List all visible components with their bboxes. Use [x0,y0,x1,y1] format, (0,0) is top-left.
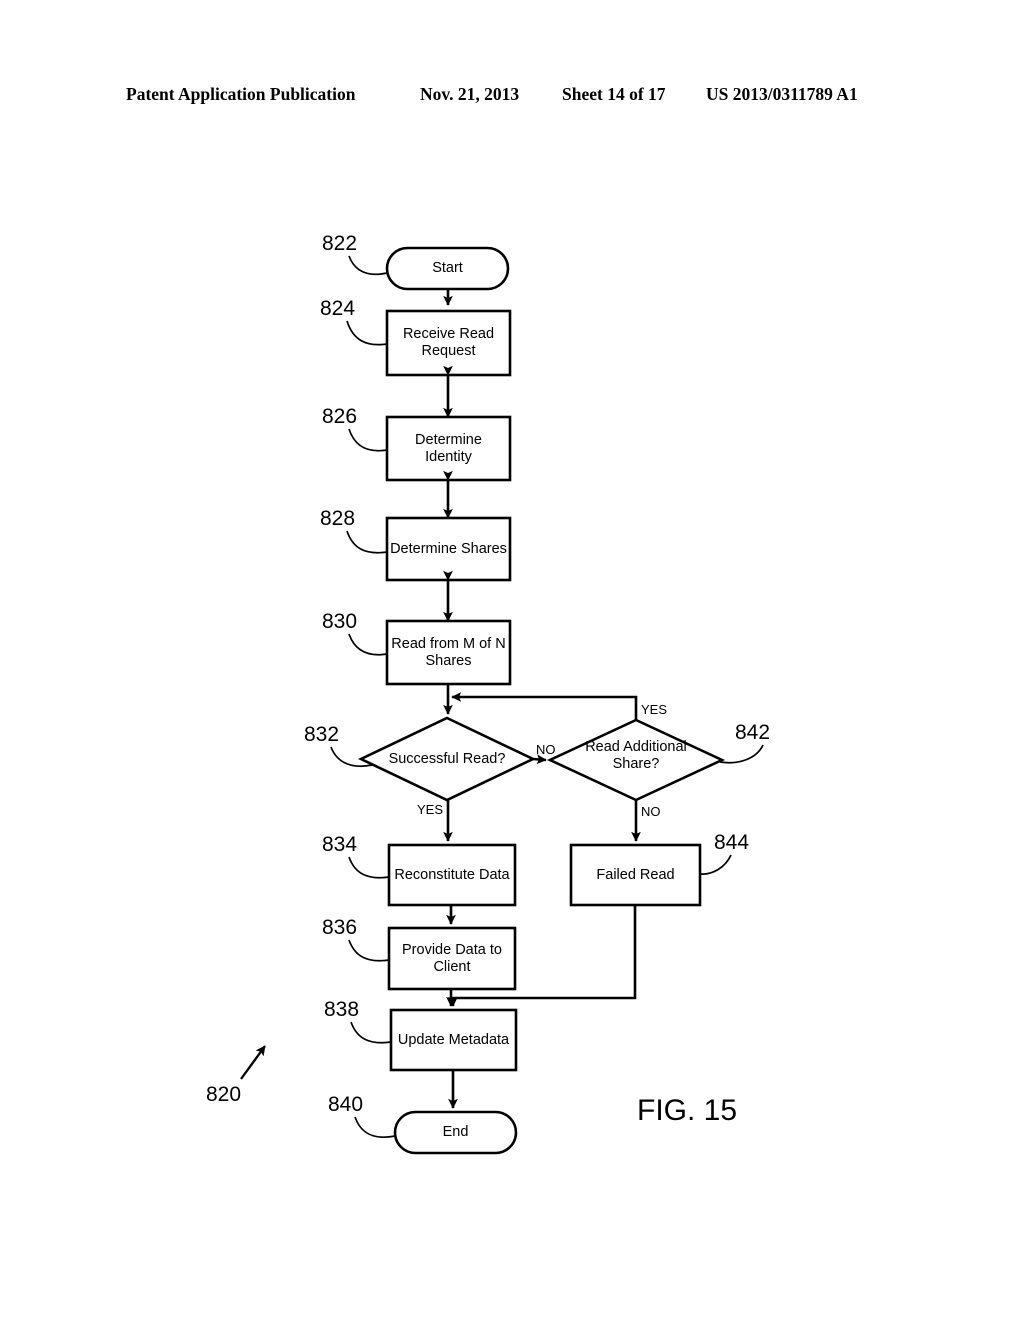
ref-num-844: 844 [714,831,750,854]
node-label-receive-read-request: Receive Read Request [402,326,495,359]
node-label-provide-data-to-client: Provide Data to Client [402,941,502,975]
figure-caption: FIG. 15 [637,1094,738,1127]
ref-num-836: 836 [322,916,358,939]
ref-num-834: 834 [322,833,358,856]
leader-834 [348,856,390,879]
ref-num-828: 828 [320,507,356,530]
leader-844 [699,854,732,875]
flowchart-figure: Start Receive Read Request Determine Ide… [0,0,1024,1320]
ref-num-826: 826 [322,405,358,428]
edge-label-read-additional-no: NO [641,804,661,819]
node-label-failed-read: Failed Read [596,866,675,883]
node-label-reconstitute-data: Reconstitute Data [394,866,510,883]
leader-836 [348,939,390,962]
node-label-start: Start [432,260,463,276]
node-label-read-from-m-of-n: Read from M of N Shares [391,635,506,669]
ref-num-840: 840 [328,1093,364,1116]
ref-num-842: 842 [735,721,771,744]
edge-label-read-additional-yes: YES [641,702,668,717]
leader-822 [348,255,388,276]
leader-830 [348,633,388,656]
node-label-read-additional-share: Read Additional Share? [585,739,687,772]
leader-828 [346,530,388,554]
leader-820-arrow [240,1045,266,1080]
node-label-determine-identity: Determine Identity [415,431,482,465]
ref-num-824: 824 [320,297,356,320]
edge-label-successful-read-yes: YES [417,802,444,817]
leader-840 [354,1116,396,1138]
node-label-determine-shares: Determine Shares [390,540,507,557]
leader-842 [719,744,764,764]
node-label-update-metadata: Update Metadata [397,1031,510,1048]
leader-824 [346,320,388,346]
edge-label-successful-read-no: NO [536,742,556,757]
leader-826 [348,428,388,452]
ref-num-832: 832 [304,723,340,746]
ref-num-838: 838 [324,998,360,1021]
node-label-end: End [442,1124,469,1140]
ref-num-822: 822 [322,232,358,255]
edge-successful-read-no [532,754,547,765]
node-label-successful-read: Successful Read? [388,750,506,767]
ref-num-830: 830 [322,610,358,633]
leader-838 [350,1021,392,1044]
ref-num-820-overall: 820 [206,1083,242,1106]
edge-read-additional-yes-loop [451,692,638,720]
